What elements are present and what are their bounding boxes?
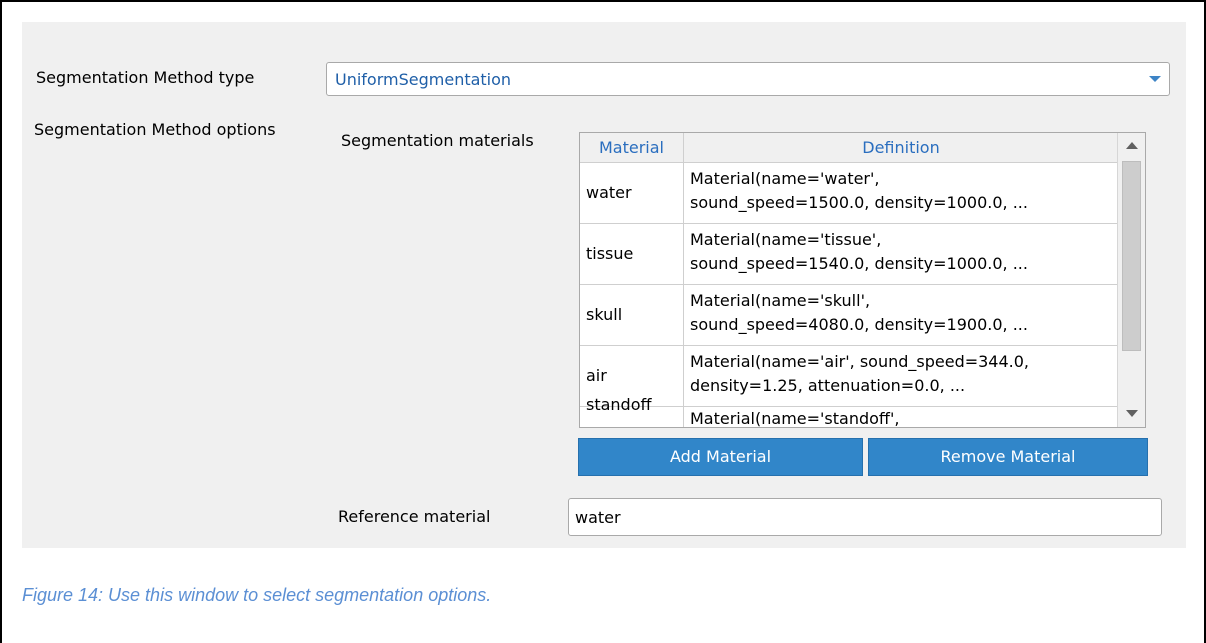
materials-table[interactable]: Material Definition water Material(name=… — [579, 132, 1146, 428]
segmentation-method-options-label: Segmentation Method options — [34, 120, 276, 139]
segmentation-method-type-label: Segmentation Method type — [36, 68, 255, 87]
definition-cell[interactable]: Material(name='air', sound_speed=344.0, … — [684, 346, 1118, 406]
definition-line: Material(name='water', — [690, 169, 880, 188]
add-material-button[interactable]: Add Material — [578, 438, 863, 476]
figure-caption: Figure 14: Use this window to select seg… — [22, 585, 492, 605]
definition-cell[interactable]: Material(name='water', sound_speed=1500.… — [684, 163, 1118, 223]
reference-material-value: water — [575, 508, 621, 527]
definition-line: density=1.25, attenuation=0.0, ... — [690, 376, 966, 395]
definition-line: sound_speed=4080.0, density=1900.0, ... — [690, 315, 1028, 334]
definition-line: Material(name='air', sound_speed=344.0, — [690, 352, 1030, 371]
definition-line: sound_speed=1540.0, density=1000.0, ... — [690, 254, 1028, 273]
definition-cell[interactable]: Material(name='skull', sound_speed=4080.… — [684, 285, 1118, 345]
column-header-definition[interactable]: Definition — [684, 133, 1118, 162]
table-row[interactable]: water Material(name='water', sound_speed… — [580, 163, 1118, 224]
column-header-material[interactable]: Material — [580, 133, 684, 162]
definition-line: Material(name='standoff', — [690, 409, 900, 428]
table-row[interactable]: tissue Material(name='tissue', sound_spe… — [580, 224, 1118, 285]
definition-line: Material(name='skull', — [690, 291, 871, 310]
segmentation-method-type-value: UniformSegmentation — [335, 70, 512, 89]
scroll-down-arrow-icon[interactable] — [1126, 410, 1138, 417]
chevron-down-icon[interactable] — [1149, 76, 1161, 82]
reference-material-label: Reference material — [338, 507, 491, 526]
material-cell[interactable]: tissue — [580, 224, 684, 284]
segmentation-materials-label: Segmentation materials — [341, 131, 534, 150]
scroll-up-arrow-icon[interactable] — [1126, 142, 1138, 149]
definition-line: sound_speed=1500.0, density=1000.0, ... — [690, 193, 1028, 212]
reference-material-input[interactable]: water — [568, 498, 1162, 536]
material-cell[interactable]: skull — [580, 285, 684, 345]
table-scrollbar[interactable] — [1117, 133, 1145, 427]
definition-line: Material(name='tissue', — [690, 230, 882, 249]
segmentation-method-type-select[interactable]: UniformSegmentation — [326, 62, 1170, 96]
definition-cell[interactable]: Material(name='standoff', — [684, 407, 1118, 428]
materials-table-header: Material Definition — [580, 133, 1118, 163]
material-cell[interactable]: standoff — [580, 377, 684, 427]
definition-cell[interactable]: Material(name='tissue', sound_speed=1540… — [684, 224, 1118, 284]
scrollbar-thumb[interactable] — [1122, 161, 1141, 351]
table-row[interactable]: standoff Material(name='standoff', — [580, 377, 1118, 428]
table-row[interactable]: skull Material(name='skull', sound_speed… — [580, 285, 1118, 346]
remove-material-button[interactable]: Remove Material — [868, 438, 1148, 476]
material-cell[interactable]: water — [580, 163, 684, 223]
